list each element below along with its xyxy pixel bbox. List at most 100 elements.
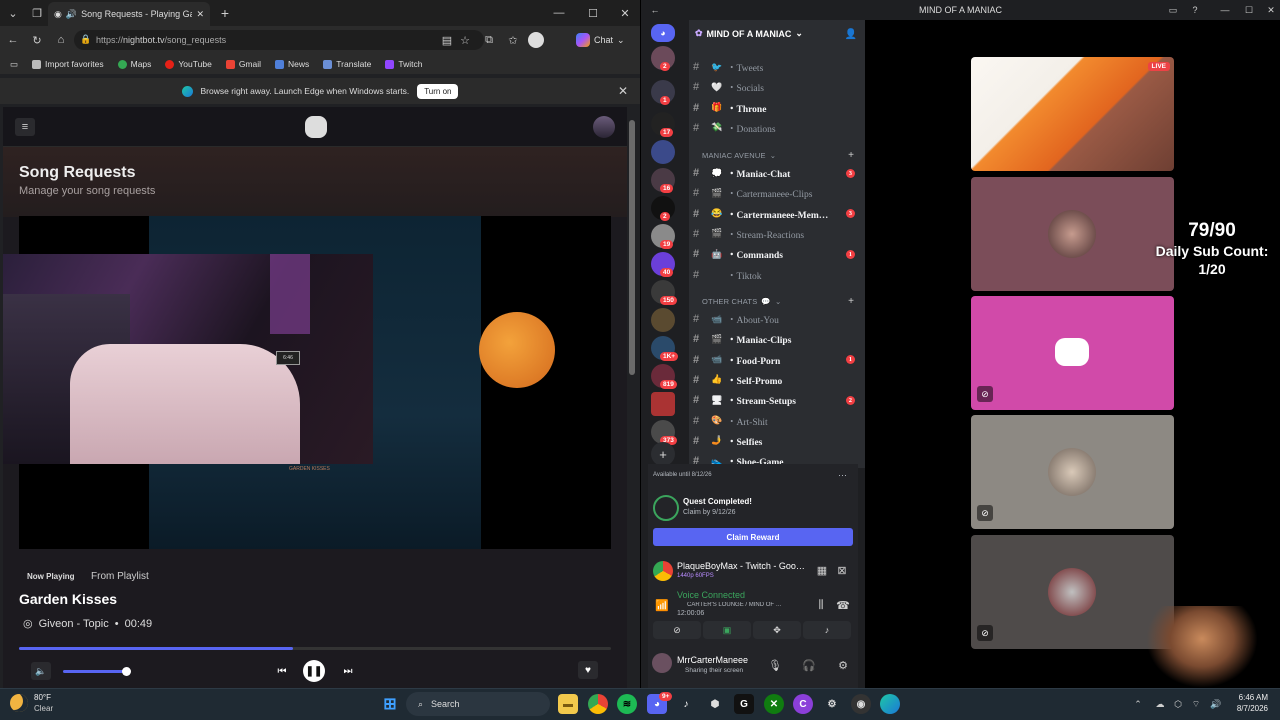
volume-knob[interactable] xyxy=(122,667,131,676)
fav-collections[interactable]: ▭ xyxy=(10,59,18,70)
screen-share-button[interactable]: ▣ xyxy=(703,621,751,639)
volume-slider[interactable] xyxy=(63,670,129,673)
channel-item[interactable]: # 🖥 ・Stream-Setups 2 xyxy=(693,391,863,409)
voice-channel[interactable]: CARTER'S LOUNGE / MIND OF … xyxy=(687,602,807,608)
fav-translate[interactable]: Translate xyxy=(323,59,371,69)
noise-suppression-icon[interactable]: ⫼ xyxy=(814,598,828,612)
previous-icon[interactable]: ⏮ xyxy=(275,664,289,678)
favorite-star-icon[interactable]: ☆ xyxy=(458,33,472,47)
channel-item[interactable]: # 🤖 ・Commands 1 xyxy=(693,245,863,263)
more-icon[interactable]: ⋯ xyxy=(838,470,847,481)
hamburger-menu-icon[interactable]: ≡ xyxy=(15,118,35,136)
speaker-icon[interactable]: 🔊 xyxy=(66,9,77,20)
server-icon[interactable] xyxy=(651,308,675,332)
fav-news[interactable]: News xyxy=(275,59,309,69)
maximize-icon[interactable]: ☐ xyxy=(1242,3,1256,17)
wifi-icon[interactable]: ⌔ xyxy=(1190,698,1202,710)
tray-chevron-icon[interactable]: ⌃ xyxy=(1132,698,1144,710)
scrollbar-thumb[interactable] xyxy=(629,120,635,375)
tiktok-icon[interactable]: ♪ xyxy=(676,694,696,714)
voice-tile-user-4[interactable]: ⊘ xyxy=(971,535,1174,649)
g-app-icon[interactable]: G xyxy=(734,694,754,714)
app-circle-icon[interactable]: C xyxy=(793,694,813,714)
user-avatar[interactable] xyxy=(652,653,672,673)
camera-off-button[interactable]: ⊘ xyxy=(653,621,701,639)
voice-status[interactable]: Voice Connected xyxy=(677,590,745,600)
extensions-icon[interactable]: ⧉ xyxy=(482,33,496,47)
close-tab-icon[interactable]: ✕ xyxy=(196,9,204,20)
weather-temp[interactable]: 80°F xyxy=(34,693,51,702)
signal-icon[interactable]: 📶 xyxy=(655,598,669,612)
fav-maps[interactable]: Maps xyxy=(117,59,151,69)
user-avatar[interactable] xyxy=(593,116,615,138)
channel-item[interactable]: # 😂 ・Cartermaneee-Mem… 3 xyxy=(693,205,863,223)
tray-shield-icon[interactable]: ⬡ xyxy=(1172,698,1184,710)
windows-start-icon[interactable]: ⊞ xyxy=(380,694,400,714)
refresh-icon[interactable]: ↻ xyxy=(30,33,44,47)
progress-bar[interactable] xyxy=(19,647,611,650)
close-icon[interactable]: ✕ xyxy=(1264,3,1278,17)
server-icon[interactable] xyxy=(651,392,675,416)
workspaces-icon[interactable]: ❐ xyxy=(30,6,44,20)
channel-item[interactable]: # 🎬 ・Stream-Reactions xyxy=(693,225,863,243)
spotify-icon[interactable]: ≋ xyxy=(617,694,637,714)
taskbar-time[interactable]: 6:46 AM xyxy=(1230,693,1268,702)
channel-item[interactable]: # 🤳 ・Selfies xyxy=(693,432,863,450)
app-shield-icon[interactable]: ⬢ xyxy=(705,694,725,714)
moon-weather-icon[interactable] xyxy=(10,694,28,712)
volume-icon[interactable]: 🔈 xyxy=(31,662,51,680)
fav-twitch[interactable]: Twitch xyxy=(385,59,423,69)
inbox-icon[interactable]: ▭ xyxy=(1166,3,1180,17)
channel-item[interactable]: # 👍 ・Self-Promo xyxy=(693,371,863,389)
channel-item[interactable]: # 🎬 ・Maniac-Clips xyxy=(693,330,863,348)
back-icon[interactable]: ← xyxy=(6,33,20,47)
xbox-icon[interactable]: ✕ xyxy=(764,694,784,714)
tray-app-icon[interactable]: ☁ xyxy=(1154,698,1166,710)
channel-item[interactable]: # 🎨 ・Art-Shit xyxy=(693,412,863,430)
disconnect-icon[interactable]: ☎ xyxy=(836,598,850,612)
chrome-taskbar-icon[interactable] xyxy=(588,694,608,714)
soundboard-button[interactable]: ♪ xyxy=(803,621,851,639)
file-explorer-icon[interactable]: ▬ xyxy=(558,694,578,714)
obs-icon[interactable]: ◉ xyxy=(851,694,871,714)
server-icon[interactable] xyxy=(651,140,675,164)
volume-tray-icon[interactable]: 🔊 xyxy=(1210,698,1222,710)
activities-button[interactable]: ✥ xyxy=(753,621,801,639)
taskbar-date[interactable]: 8/7/2026 xyxy=(1230,704,1268,713)
category-header[interactable]: MANIAC AVENUE ⌄ xyxy=(702,151,776,160)
favorites-icon[interactable]: ✩ xyxy=(506,33,520,47)
home-icon[interactable]: ⌂ xyxy=(54,33,68,47)
tab-song-requests[interactable]: ◉ 🔊 Song Requests - Playing Garden ✕ xyxy=(48,2,210,26)
server-header[interactable]: ✿ MIND OF A MANIAC ⌄ xyxy=(695,28,803,39)
copilot-chat-button[interactable]: Chat ⌄ xyxy=(576,30,628,50)
channel-item[interactable]: # 📹 ・Food-Porn 1 xyxy=(693,351,863,369)
settings-gear-icon[interactable]: ⚙ xyxy=(836,658,850,672)
next-icon[interactable]: ⏭ xyxy=(341,664,355,678)
voice-tile-user-2[interactable]: ⊘ xyxy=(971,296,1174,410)
turn-on-button[interactable]: Turn on xyxy=(417,83,459,99)
channel-item[interactable]: # 🎬 ・Cartermaneee-Clips xyxy=(693,184,863,202)
lock-icon[interactable]: 🔒 xyxy=(80,33,92,45)
stop-stream-icon[interactable]: ⊠ xyxy=(835,563,849,577)
taskbar-search[interactable]: ⌕ Search xyxy=(406,692,550,716)
maximize-icon[interactable]: ☐ xyxy=(586,6,600,20)
channel-item[interactable]: # 💭 ・Maniac-Chat 3 xyxy=(693,164,863,182)
voice-tile-user-3[interactable]: ⊘ xyxy=(971,415,1174,529)
channel-item[interactable]: # 🐦 ・Tweets xyxy=(693,58,863,76)
profile-avatar[interactable] xyxy=(528,32,544,48)
add-channel-icon[interactable]: + xyxy=(846,296,856,307)
address-bar[interactable]: 🔒 https://nightbot.tv/song_requests xyxy=(74,30,484,50)
fav-import[interactable]: Import favorites xyxy=(32,59,104,69)
help-icon[interactable]: ? xyxy=(1188,3,1202,17)
activity-title[interactable]: PlaqueBoyMax - Twitch - Goo… xyxy=(677,561,809,571)
add-friends-icon[interactable]: 👤 xyxy=(844,27,858,41)
claim-reward-button[interactable]: Claim Reward xyxy=(653,528,853,546)
minimize-icon[interactable]: — xyxy=(1218,3,1232,17)
discord-home-icon[interactable]: ◕ xyxy=(651,24,675,42)
headphones-icon[interactable]: 🎧 xyxy=(802,658,816,672)
minimize-icon[interactable]: — xyxy=(552,6,566,20)
new-tab-icon[interactable]: + xyxy=(218,5,232,21)
channel-item[interactable]: # 📹 ・About-You xyxy=(693,310,863,328)
stream-grid-icon[interactable]: ▦ xyxy=(815,563,829,577)
fav-gmail[interactable]: Gmail xyxy=(225,59,261,69)
